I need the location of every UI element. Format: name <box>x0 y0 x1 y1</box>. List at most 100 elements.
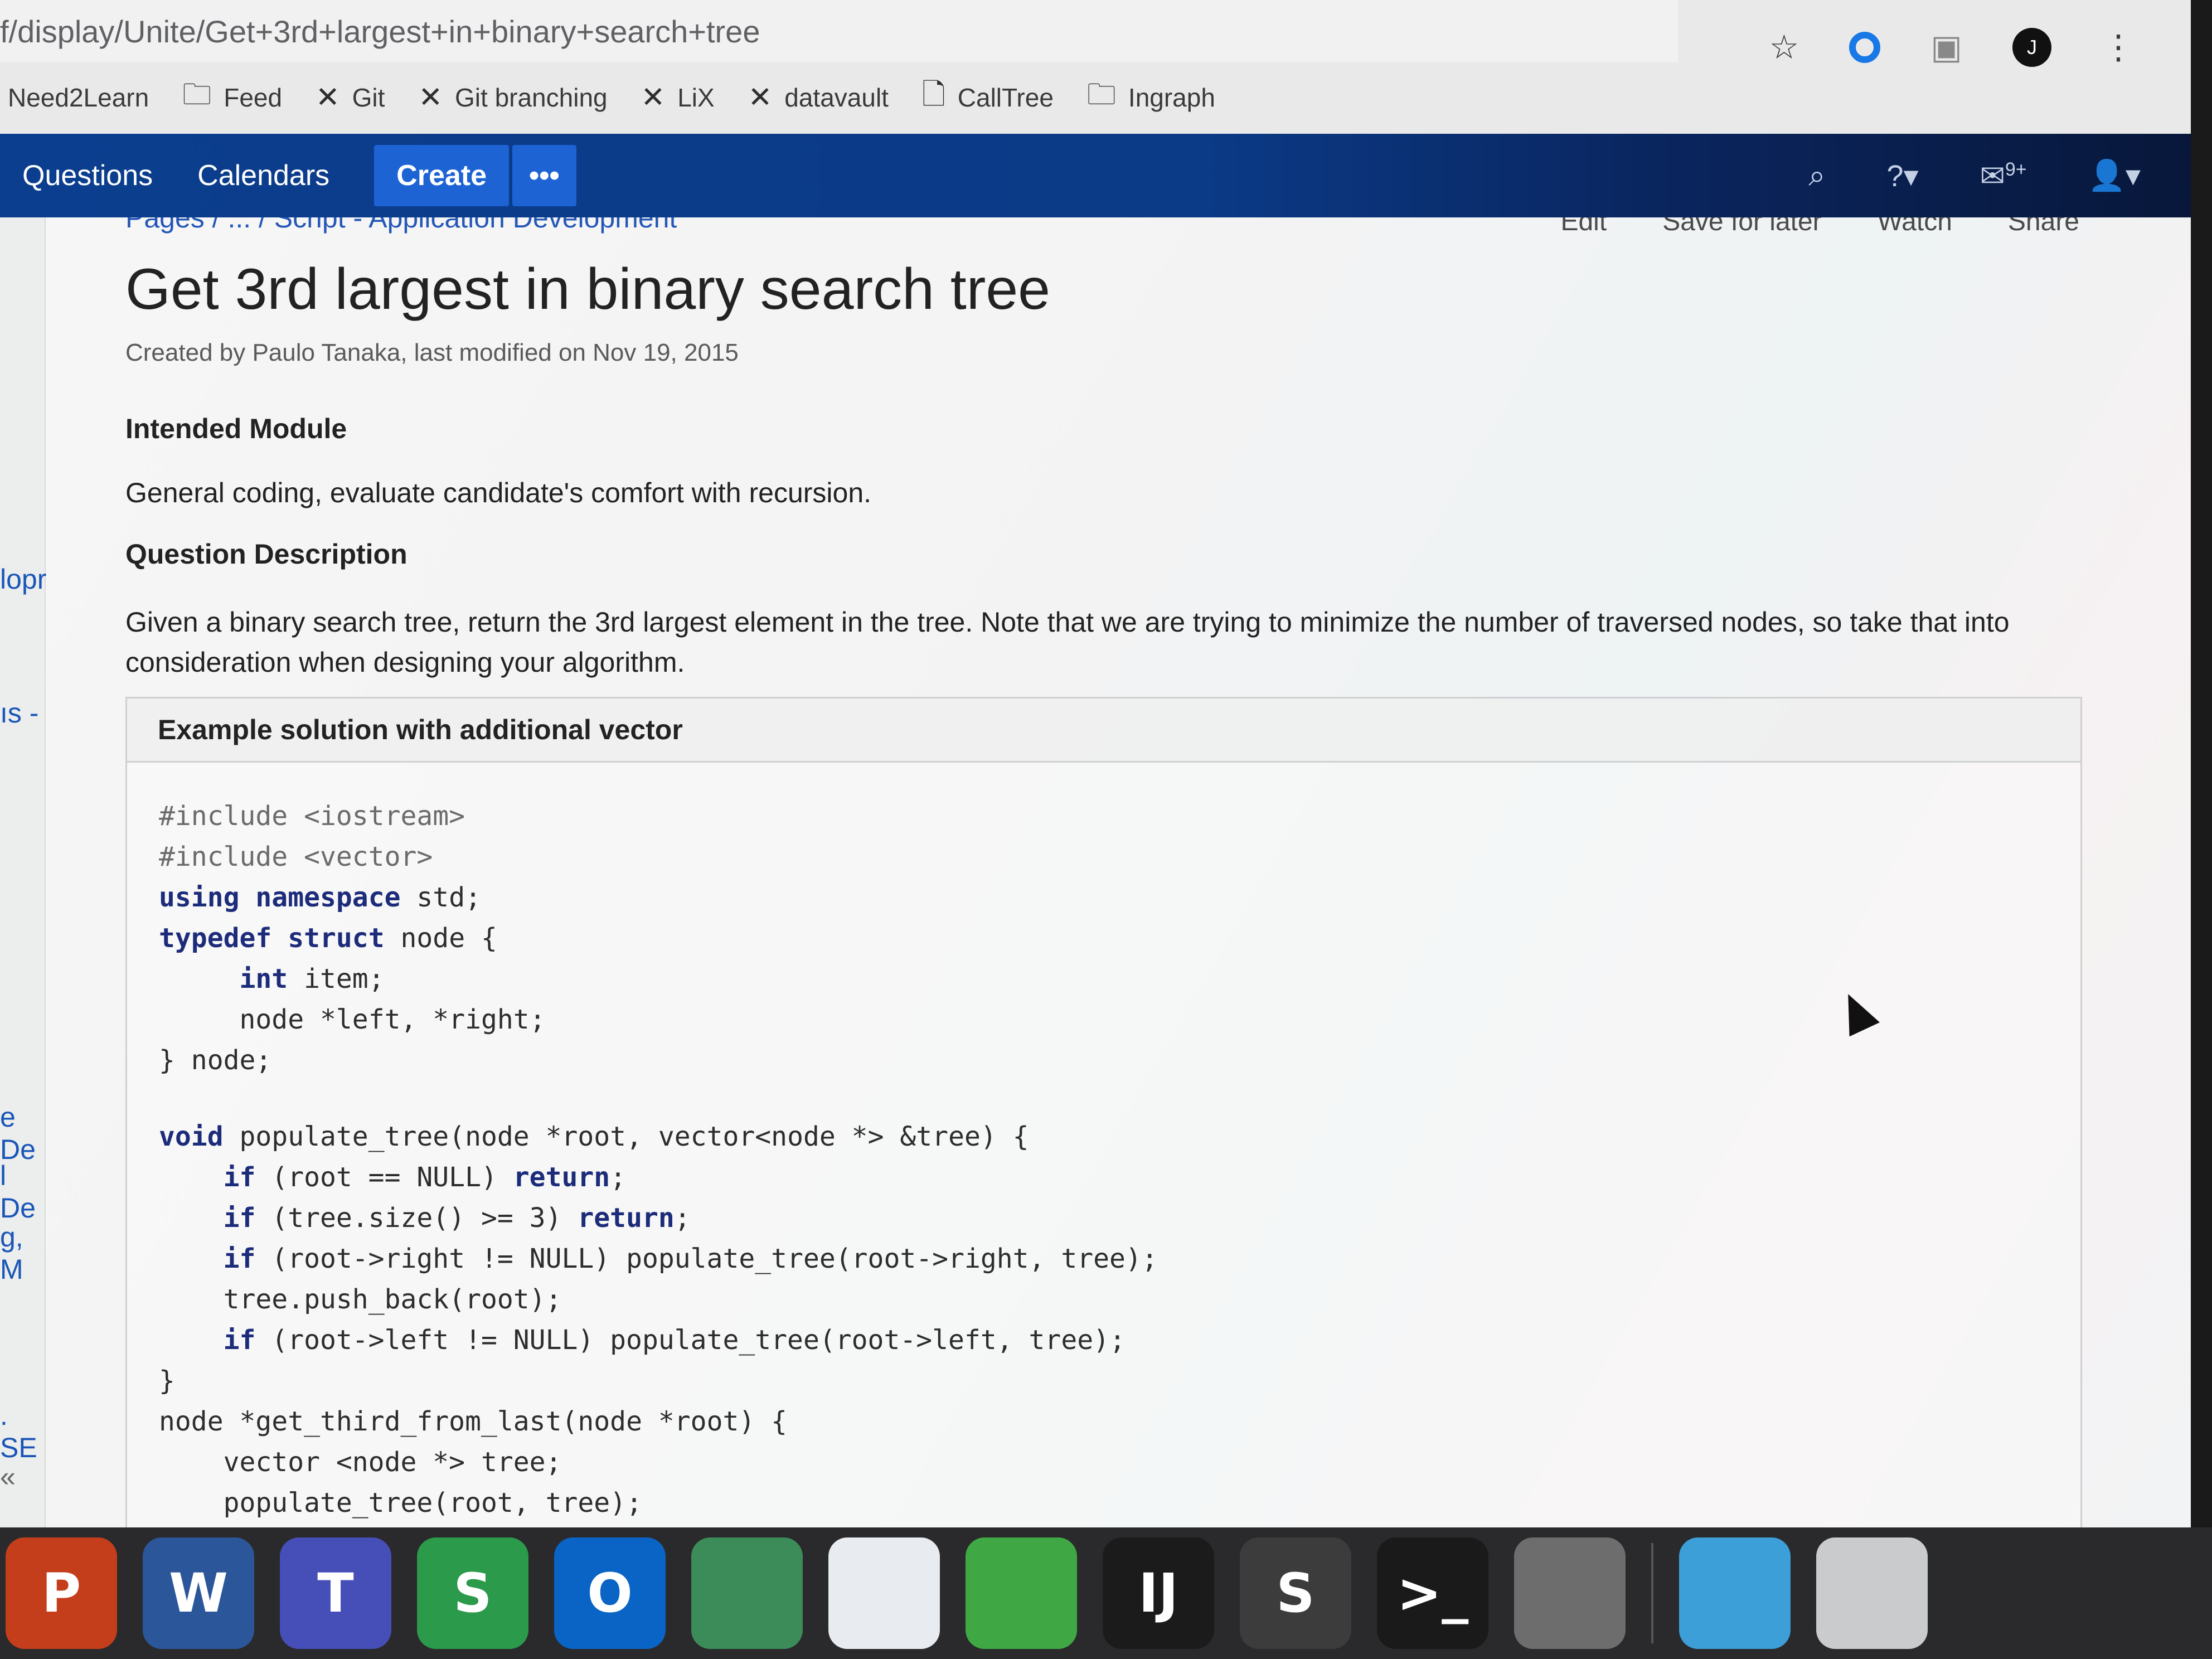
code-token: () >= 3) <box>433 1202 578 1234</box>
nav-calendars[interactable]: Calendars <box>175 159 352 192</box>
code-token: ); <box>610 1487 642 1519</box>
bookmark-lix[interactable]: ✕ LiX <box>641 81 715 114</box>
wifi-icon[interactable] <box>828 1537 940 1649</box>
create-button[interactable]: Create <box>374 145 510 206</box>
url-text[interactable]: f/display/Unite/Get+3rd+largest+in+binar… <box>0 13 760 50</box>
confluence-icon: ✕ <box>748 81 773 114</box>
share-button[interactable]: Share <box>2008 217 2079 237</box>
code-token: ( <box>433 1487 449 1519</box>
code-token: if <box>223 1325 256 1356</box>
code-token: ( <box>561 1406 578 1437</box>
profile-avatar[interactable]: J <box>2012 28 2051 67</box>
code-token: node <box>352 1447 417 1478</box>
downloads-icon[interactable] <box>1679 1537 1791 1649</box>
watch-button[interactable]: Watch <box>1878 217 1952 237</box>
page-icon: 🗋 <box>921 78 945 111</box>
code-token: < <box>755 1121 772 1152</box>
code-token: ) { <box>980 1121 1029 1152</box>
code-token: ; <box>610 1162 627 1193</box>
code-line: if (root->right != NULL) populate_tree(r… <box>159 1239 2080 1279</box>
code-token: == NULL) <box>352 1162 513 1193</box>
code-token: tree <box>288 1202 352 1234</box>
sidebar-fragment[interactable]: g, M <box>0 1221 45 1286</box>
code-token: #include <iostream> <box>159 801 465 832</box>
sidebar-fragment[interactable]: ıs - <box>0 697 38 729</box>
code-token: #include <vector> <box>159 841 433 872</box>
bookmark-datavault[interactable]: ✕ datavault <box>748 81 889 114</box>
slack-like-icon[interactable]: S <box>417 1537 528 1649</box>
system-preferences-icon[interactable] <box>1514 1537 1626 1649</box>
code-token: root <box>835 1325 900 1356</box>
sidebar-collapse-icon[interactable]: « <box>0 1461 16 1493</box>
code-token: int <box>239 963 288 995</box>
bookmark-git[interactable]: ✕ Git <box>316 81 385 114</box>
code-token: populate_tree <box>610 1325 819 1356</box>
code-token: ( <box>835 1243 852 1274</box>
notifications-icon[interactable]: ✉9+ <box>1980 158 2027 193</box>
edit-button[interactable]: Edit <box>1560 217 1607 237</box>
code-token: if <box>223 1243 256 1274</box>
bookmark-feed[interactable]: 🗀 Feed <box>182 73 282 123</box>
sidebar-fragment[interactable]: l De <box>0 1160 45 1224</box>
code-line: if (root->left != NULL) populate_tree(ro… <box>159 1320 2080 1361</box>
network-icon[interactable] <box>691 1537 803 1649</box>
code-line: } node; <box>159 1040 2080 1081</box>
sidebar-fragment[interactable]: lopr <box>0 563 46 595</box>
code-token: right <box>948 1243 1029 1274</box>
code-token: root <box>465 1284 530 1315</box>
sidebar-fragment[interactable]: . SE <box>0 1399 45 1464</box>
search-icon[interactable]: ⌕ <box>1808 158 1825 193</box>
url-bar[interactable]: f/display/Unite/Get+3rd+largest+in+binar… <box>0 0 1678 62</box>
code-token: , <box>996 1325 1029 1356</box>
save-for-later-button[interactable]: Save for later <box>1662 217 1821 237</box>
bookmark-git-branching[interactable]: ✕ Git branching <box>418 81 607 114</box>
code-token: *> <box>416 1447 481 1478</box>
intellij-icon[interactable]: IJ <box>1103 1537 1214 1649</box>
star-icon[interactable]: ☆ <box>1769 28 1799 67</box>
help-icon[interactable]: ?▾ <box>1887 158 1919 193</box>
code-token: , <box>626 1121 658 1152</box>
code-panel: Example solution with additional vector … <box>125 697 2082 1533</box>
code-token: *> & <box>835 1121 916 1152</box>
trash-icon[interactable] <box>1816 1537 1928 1649</box>
breadcrumb-text[interactable]: Pages / ... / Script - Application Devel… <box>125 217 677 234</box>
code-token: vector <box>658 1121 755 1152</box>
code-token: right <box>449 1004 530 1035</box>
menu-dots-icon[interactable]: ⋮ <box>2102 28 2135 67</box>
terminal-icon[interactable]: >_ <box>1377 1537 1488 1649</box>
powerpoint-icon[interactable]: P <box>6 1537 117 1649</box>
word-icon[interactable]: W <box>143 1537 254 1649</box>
user-avatar-icon[interactable]: 👤▾ <box>2088 158 2141 193</box>
bookmark-label: datavault <box>784 83 889 112</box>
code-token: typedef <box>159 923 272 954</box>
sublime-icon[interactable]: S <box>1240 1537 1351 1649</box>
extension-icon[interactable] <box>1849 32 1881 63</box>
code-token: return <box>578 1202 675 1234</box>
colorful-icon[interactable] <box>966 1537 1077 1649</box>
code-token: , <box>513 1487 546 1519</box>
bookmark-calltree[interactable]: 🗋 CallTree <box>922 73 1054 123</box>
code-line: #include <vector> <box>159 837 2080 877</box>
notifications-badge: 9+ <box>2005 158 2027 180</box>
bookmark-need2learn[interactable]: Need2Learn <box>8 83 149 113</box>
more-button[interactable]: ••• <box>512 145 576 206</box>
bookmark-label: Git <box>352 83 385 112</box>
outlook-icon[interactable]: O <box>554 1537 666 1649</box>
code-line: #include <iostream> <box>159 796 2080 837</box>
bookmark-ingraph[interactable]: 🗀 Ingraph <box>1087 73 1215 123</box>
bookmark-label: Ingraph <box>1128 83 1215 112</box>
code-line: populate_tree(root, tree); <box>159 1483 2080 1524</box>
sidebar-fragment[interactable]: e De <box>0 1101 45 1166</box>
nav-questions[interactable]: Questions <box>0 159 175 192</box>
code-token: * <box>223 1406 256 1437</box>
code-token: using <box>159 882 240 913</box>
cast-icon[interactable]: ▣ <box>1930 28 1962 67</box>
teams-icon[interactable]: T <box>280 1537 391 1649</box>
code-token: struct <box>288 923 385 954</box>
